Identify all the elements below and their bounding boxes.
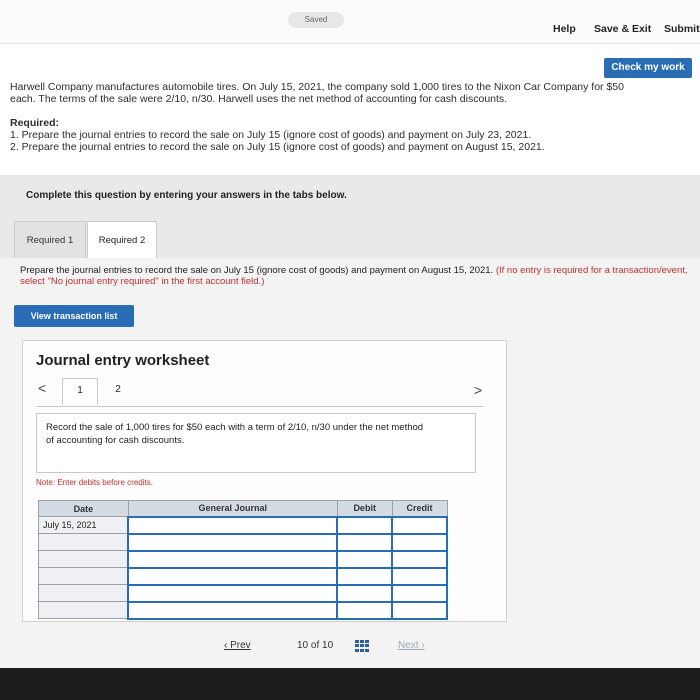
next-page-link[interactable]: Next › [398,640,425,651]
worksheet-page-tab-1[interactable]: 1 [62,378,98,406]
account-input[interactable] [127,532,339,552]
date-cell[interactable] [38,567,129,585]
table-row [38,600,448,620]
debit-input[interactable] [336,583,394,603]
grid-icon[interactable] [355,640,369,652]
account-input[interactable] [127,600,339,620]
account-input[interactable] [127,515,339,535]
credit-input[interactable] [391,532,448,552]
requirement-2: 2. Prepare the journal entries to record… [10,141,545,153]
requirement-1: 1. Prepare the journal entries to record… [10,129,532,141]
date-cell[interactable]: July 15, 2021 [38,516,129,534]
debit-header: Debit [336,500,393,517]
debit-input[interactable] [336,549,394,569]
worksheet-title: Journal entry worksheet [36,352,210,369]
page-indicator: 10 of 10 [297,640,333,651]
credit-input[interactable] [391,549,448,569]
journal-header-row: Date General Journal Debit Credit [38,500,448,517]
problem-line-1: Harwell Company manufactures automobile … [10,81,624,93]
date-cell[interactable] [38,550,129,568]
top-bar: Saved Help Save & Exit Submit [0,0,700,44]
date-cell[interactable] [38,601,129,619]
account-input[interactable] [127,566,339,586]
credit-header: Credit [391,500,448,517]
credit-input[interactable] [391,515,448,535]
credit-input[interactable] [391,566,448,586]
table-row: July 15, 2021 [38,515,448,535]
help-link[interactable]: Help [553,23,576,35]
debit-input[interactable] [336,532,394,552]
save-exit-link[interactable]: Save & Exit [594,23,651,35]
table-row [38,549,448,569]
table-row [38,566,448,586]
check-my-work-button[interactable]: Check my work [604,58,692,78]
tab-required-2[interactable]: Required 2 [87,221,157,258]
journal-table: Date General Journal Debit Credit July 1… [38,500,448,620]
date-cell[interactable] [38,584,129,602]
debit-input[interactable] [336,566,394,586]
required-label: Required: [10,117,60,129]
submit-link[interactable]: Submit [664,23,700,35]
current-page: 10 [297,640,309,651]
instruction-banner: Complete this question by entering your … [0,175,700,215]
saved-indicator: Saved [288,12,344,28]
tab-instructions: Prepare the journal entries to record th… [20,265,690,287]
problem-line-2: each. The terms of the sale were 2/10, n… [10,93,508,105]
account-input[interactable] [127,583,339,603]
table-row [38,583,448,603]
debit-input[interactable] [336,600,394,620]
total-pages: 10 [322,640,334,651]
general-journal-header: General Journal [127,500,338,517]
debit-input[interactable] [336,515,394,535]
tab-required-1[interactable]: Required 1 [14,221,86,258]
prev-label: Prev [230,640,251,651]
date-header: Date [38,500,129,517]
date-cell[interactable] [38,533,129,551]
view-transaction-list-button[interactable]: View transaction list [14,305,134,327]
debits-credits-note: Note: Enter debits before credits. [36,478,153,487]
screen-bezel [0,668,700,700]
account-input[interactable] [127,549,339,569]
next-label: Next [398,640,419,651]
instructions-main: Prepare the journal entries to record th… [20,265,494,276]
worksheet-page-tab-2[interactable]: 2 [100,378,136,406]
complete-question-text: Complete this question by entering your … [26,190,347,201]
table-row [38,532,448,552]
transaction-description: Record the sale of 1,000 tires for $50 e… [46,422,424,446]
chevron-left-icon[interactable]: < [38,380,46,396]
chevron-right-icon[interactable]: > [474,382,482,398]
tab-divider [36,406,484,407]
prev-page-link[interactable]: ‹ Prev [224,640,251,651]
credit-input[interactable] [391,600,448,620]
credit-input[interactable] [391,583,448,603]
of-label: of [310,640,320,651]
